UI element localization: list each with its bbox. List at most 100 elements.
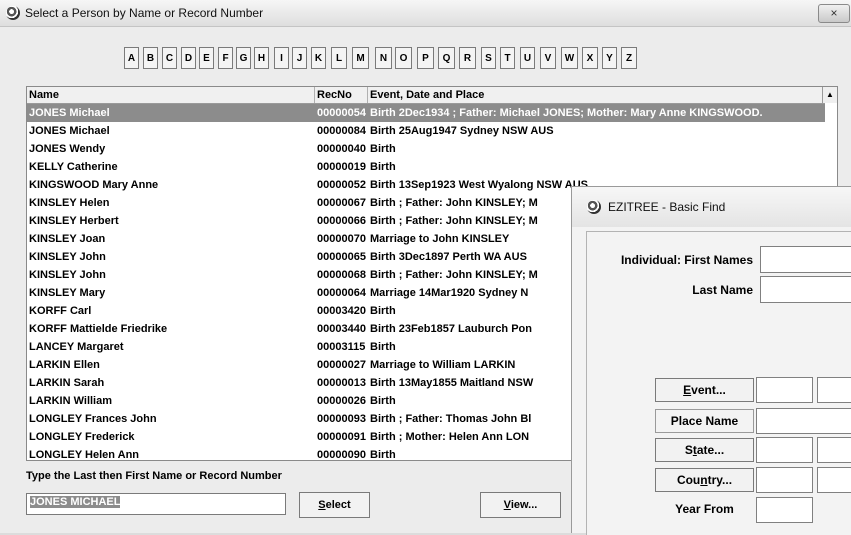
letter-button-t[interactable]: T — [500, 47, 515, 69]
letter-button-n[interactable]: N — [375, 47, 392, 69]
cell-recno: 00000090 — [317, 449, 366, 461]
cell-name: JONES Michael — [29, 125, 110, 137]
dialog-app-icon — [587, 200, 601, 214]
letter-button-s[interactable]: S — [481, 47, 496, 69]
window-title: Select a Person by Name or Record Number — [25, 6, 264, 20]
year-from-input[interactable] — [756, 497, 813, 523]
column-header-recno[interactable]: RecNo — [315, 87, 368, 103]
letter-button-l[interactable]: L — [331, 47, 347, 69]
cell-name: KINSLEY Helen — [29, 197, 110, 209]
cell-name: LARKIN Sarah — [29, 377, 105, 389]
cell-name: KINSLEY Herbert — [29, 215, 119, 227]
table-header: Name RecNo Event, Date and Place — [27, 87, 825, 104]
cell-event: Birth 25Aug1947 Sydney NSW AUS — [370, 125, 554, 137]
letter-button-v[interactable]: V — [540, 47, 556, 69]
close-button[interactable]: × — [818, 4, 850, 23]
name-input-value: JONES MICHAEL — [30, 496, 121, 508]
table-row[interactable]: JONES Michael 00000084 Birth 25Aug1947 Syd… — [27, 122, 825, 140]
letter-button-p[interactable]: P — [417, 47, 434, 69]
letter-button-r[interactable]: R — [459, 47, 476, 69]
letter-button-a[interactable]: A — [124, 47, 139, 69]
cell-name: LANCEY Margaret — [29, 341, 124, 353]
cell-recno: 00003440 — [317, 323, 366, 335]
cell-recno: 00000019 — [317, 161, 366, 173]
scroll-up-arrow-icon[interactable]: ▲ — [822, 87, 837, 103]
view-button[interactable]: View... — [480, 492, 561, 518]
column-header-name[interactable]: Name — [27, 87, 315, 103]
letter-button-m[interactable]: M — [352, 47, 369, 69]
cell-event: Birth — [370, 143, 396, 155]
event-detail-input[interactable] — [817, 377, 851, 403]
letter-button-q[interactable]: Q — [438, 47, 455, 69]
letter-button-e[interactable]: E — [199, 47, 214, 69]
cell-recno: 00000068 — [317, 269, 366, 281]
country-code-input[interactable] — [756, 467, 813, 493]
place-name-input[interactable] — [756, 408, 851, 434]
cell-recno: 00000040 — [317, 143, 366, 155]
name-or-record-input[interactable]: JONES MICHAEL — [26, 493, 286, 515]
cell-recno: 00000066 — [317, 215, 366, 227]
letter-button-c[interactable]: C — [162, 47, 177, 69]
state-detail-input[interactable] — [817, 437, 851, 463]
cell-name: LONGLEY Frederick — [29, 431, 135, 443]
cell-name: KORFF Mattielde Friedrike — [29, 323, 168, 335]
column-header-event[interactable]: Event, Date and Place — [368, 87, 825, 103]
cell-name: KORFF Carl — [29, 305, 92, 317]
letter-button-h[interactable]: H — [254, 47, 269, 69]
cell-recno: 00000091 — [317, 431, 366, 443]
country-button[interactable]: Country... — [655, 468, 754, 492]
cell-name: JONES Wendy — [29, 143, 106, 155]
dialog-title: EZITREE - Basic Find — [608, 200, 726, 214]
table-row[interactable]: KELLY Catherine 00000019 Birth — [27, 158, 825, 176]
state-button[interactable]: State... — [655, 438, 754, 462]
cell-recno: 00003420 — [317, 305, 366, 317]
letter-button-k[interactable]: K — [311, 47, 326, 69]
app-icon — [6, 6, 20, 20]
cell-event: Birth — [370, 161, 396, 173]
cell-recno: 00000070 — [317, 233, 366, 245]
cell-recno: 00000054 — [317, 107, 366, 119]
event-code-input[interactable] — [756, 377, 813, 403]
cell-recno: 00000065 — [317, 251, 366, 263]
letter-button-j[interactable]: J — [292, 47, 307, 69]
state-code-input[interactable] — [756, 437, 813, 463]
cell-recno: 00000027 — [317, 359, 366, 371]
cell-recno: 00003115 — [317, 341, 366, 353]
letter-button-f[interactable]: F — [218, 47, 233, 69]
letter-button-z[interactable]: Z — [621, 47, 637, 69]
letter-button-o[interactable]: O — [395, 47, 412, 69]
letter-button-d[interactable]: D — [181, 47, 196, 69]
letter-button-g[interactable]: G — [236, 47, 251, 69]
first-names-label: Individual: First Names — [620, 253, 753, 267]
cell-name: LARKIN William — [29, 395, 113, 407]
select-button[interactable]: Select — [299, 492, 370, 518]
year-from-label: Year From — [655, 498, 754, 522]
cell-name: LONGLEY Helen Ann — [29, 449, 140, 461]
cell-event: Birth 2Dec1934 ; Father: Michael JONES; … — [370, 107, 763, 119]
cell-recno: 00000052 — [317, 179, 366, 191]
cell-recno: 00000064 — [317, 287, 366, 299]
letter-button-u[interactable]: U — [520, 47, 535, 69]
title-bar: Select a Person by Name or Record Number… — [0, 0, 851, 27]
place-name-label: Place Name — [655, 409, 754, 433]
cell-recno: 00000093 — [317, 413, 366, 425]
table-row[interactable]: JONES Michael 00000054 Birth 2Dec1934 ; Fa… — [27, 104, 825, 122]
cell-recno: 00000013 — [317, 377, 366, 389]
cell-name: KINSLEY Joan — [29, 233, 106, 245]
letter-button-w[interactable]: W — [561, 47, 578, 69]
letter-button-b[interactable]: B — [143, 47, 158, 69]
first-names-input[interactable] — [760, 246, 851, 273]
letter-button-x[interactable]: X — [582, 47, 598, 69]
letter-button-y[interactable]: Y — [602, 47, 617, 69]
search-prompt: Type the Last then First Name or Record … — [26, 470, 282, 482]
cell-name: KINSLEY Mary — [29, 287, 106, 299]
country-detail-input[interactable] — [817, 467, 851, 493]
cell-recno: 00000067 — [317, 197, 366, 209]
cell-name: LONGLEY Frances John — [29, 413, 157, 425]
last-name-input[interactable] — [760, 276, 851, 303]
event-button[interactable]: Event... — [655, 378, 754, 402]
letter-button-i[interactable]: I — [274, 47, 289, 69]
cell-name: JONES Michael — [29, 107, 110, 119]
table-row[interactable]: JONES Wendy 00000040 Birth — [27, 140, 825, 158]
cell-name: LARKIN Ellen — [29, 359, 100, 371]
